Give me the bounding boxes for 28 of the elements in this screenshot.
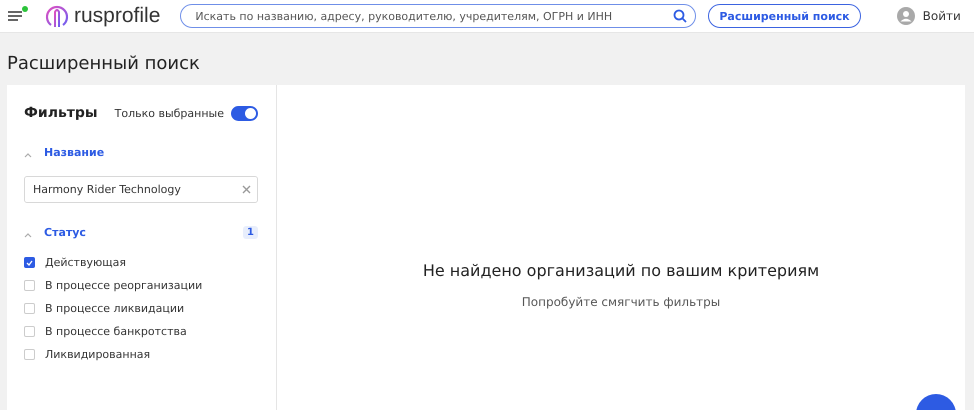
checkbox[interactable] bbox=[24, 257, 35, 268]
count-badge: 1 bbox=[243, 226, 258, 239]
user-icon bbox=[896, 7, 915, 25]
section-title[interactable]: Название bbox=[44, 146, 258, 159]
option-label[interactable]: В процессе реорганизации bbox=[45, 279, 202, 292]
filters-title: Фильтры bbox=[24, 105, 98, 121]
logo-icon[interactable] bbox=[44, 3, 70, 29]
option-label[interactable]: Действующая bbox=[45, 256, 126, 269]
search-field[interactable]: Искать по названию, адресу, руководителю, учредителям, ОГРН и ИНН bbox=[180, 4, 696, 28]
caret-icon[interactable] bbox=[24, 233, 32, 238]
empty-state-hint: Попробуйте смягчить фильтры bbox=[522, 295, 720, 309]
empty-state-title: Не найдено организаций по вашим критериям bbox=[422, 261, 820, 280]
login-button[interactable]: Войти bbox=[896, 7, 961, 25]
logo-text[interactable]: rusprofile bbox=[74, 4, 160, 28]
caret-icon[interactable] bbox=[24, 153, 32, 158]
option-label[interactable]: В процессе банкротства bbox=[45, 325, 187, 338]
only-selected-toggle[interactable] bbox=[231, 106, 258, 120]
option-label[interactable]: В процессе ликвидации bbox=[45, 302, 184, 315]
advanced-search-button[interactable]: Расширенный поиск bbox=[708, 4, 861, 28]
page-title: Расширенный поиск bbox=[7, 53, 201, 74]
check-icon bbox=[26, 260, 33, 266]
search-icon[interactable] bbox=[673, 9, 688, 23]
option-label[interactable]: Ликвидированная bbox=[45, 348, 150, 361]
section-title[interactable]: Статус bbox=[44, 226, 232, 239]
toggle-label: Только выбранные bbox=[114, 106, 224, 120]
menu-icon[interactable] bbox=[8, 10, 22, 22]
clear-icon[interactable] bbox=[242, 185, 251, 194]
name-input-field[interactable]: Harmony Rider Technology bbox=[24, 176, 258, 203]
